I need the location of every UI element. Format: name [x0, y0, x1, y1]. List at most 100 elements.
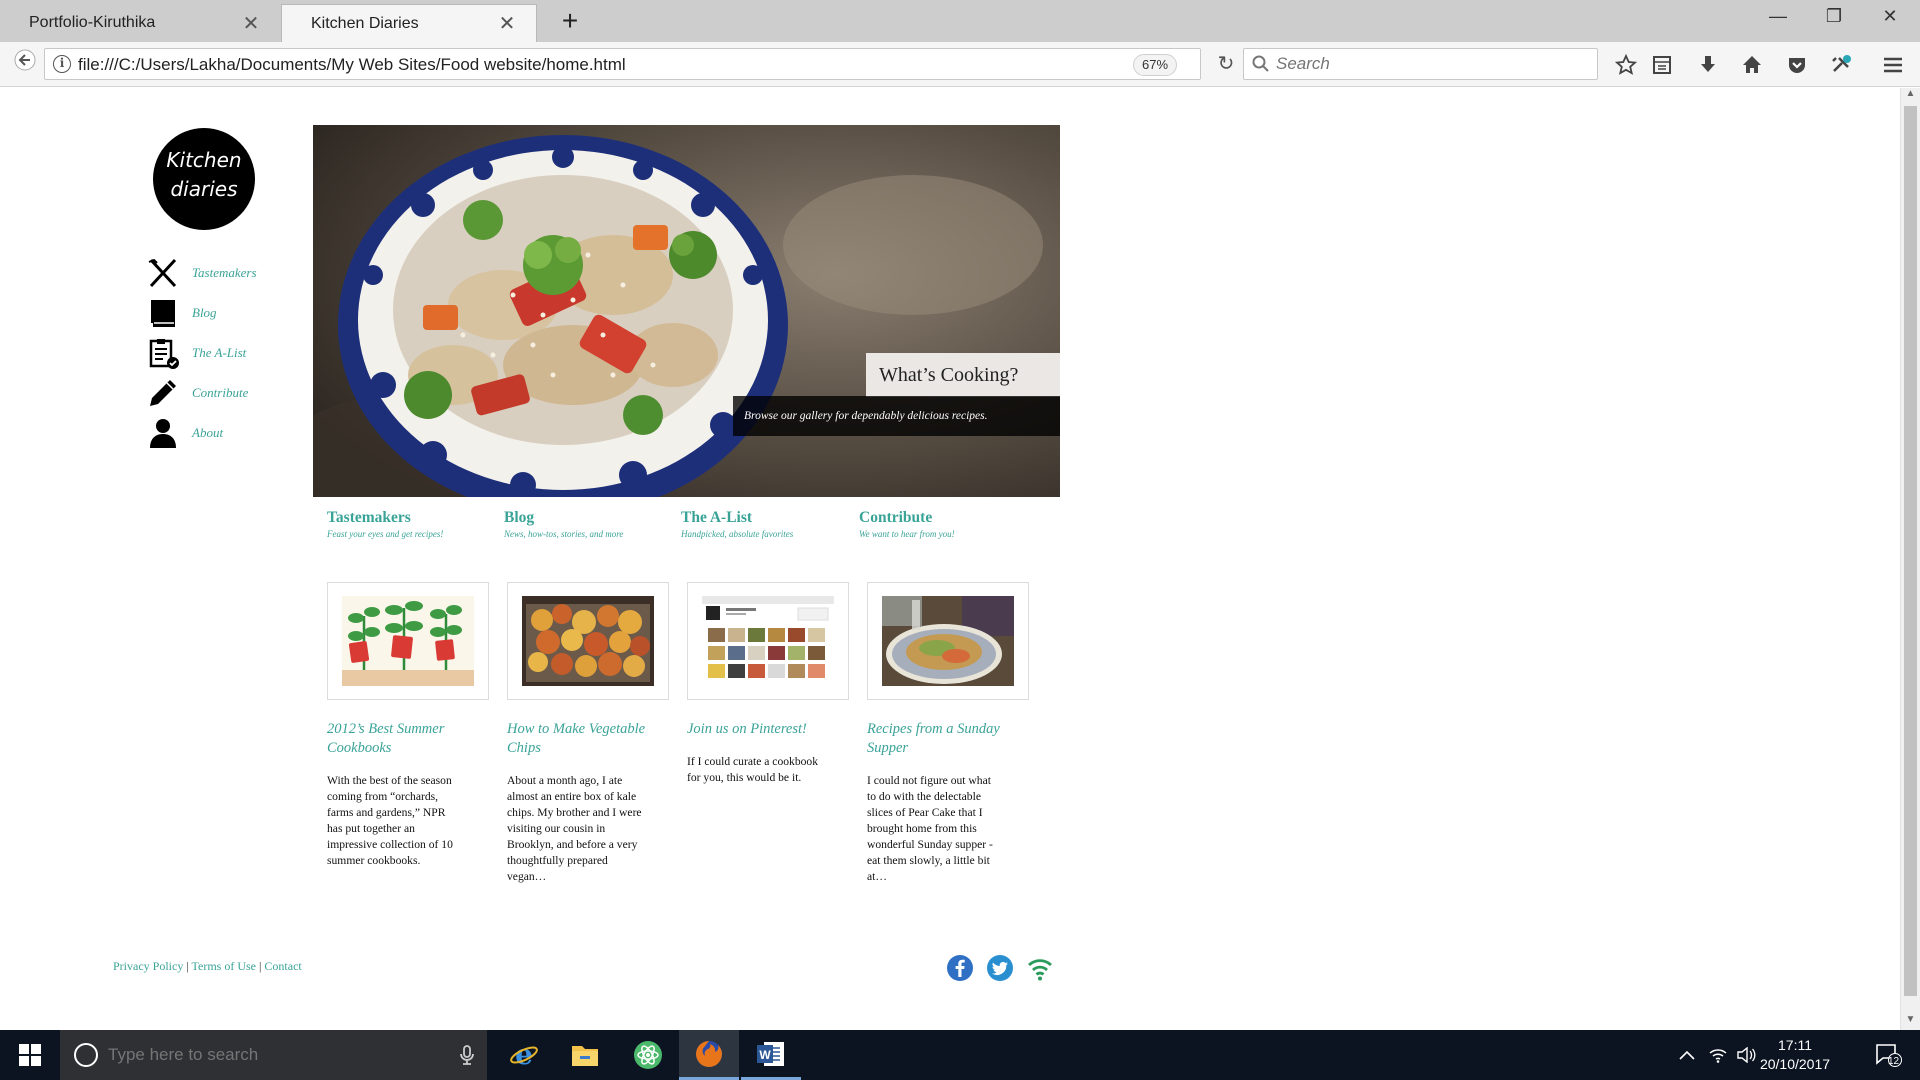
nav-label[interactable]: Blog [192, 305, 217, 321]
search-input[interactable] [1276, 53, 1586, 75]
card-title[interactable]: Join us on Pinterest! [687, 720, 827, 739]
atom-editor-icon[interactable] [618, 1030, 678, 1080]
card-thumbnail[interactable] [867, 582, 1029, 700]
tab-portfolio[interactable]: Portfolio-Kiruthika ✕ [0, 4, 280, 42]
cortana-icon [74, 1043, 98, 1067]
zoom-indicator[interactable]: 67% [1133, 54, 1178, 76]
word-icon[interactable]: W [741, 1030, 801, 1080]
category-subtitle: Feast your eyes and get recipes! [327, 529, 444, 539]
url-text[interactable]: file:///C:/Users/Lakha/Documents/My Web … [78, 55, 626, 75]
category-title[interactable]: Blog [504, 509, 679, 527]
card-thumbnail[interactable] [687, 582, 849, 700]
home-icon[interactable] [1736, 49, 1768, 81]
category-subtitle: News, how-tos, stories, and more [504, 529, 624, 539]
back-arrow-icon[interactable] [8, 48, 42, 82]
nav-item-blog[interactable]: Blog [146, 293, 257, 333]
close-window-icon[interactable]: ✕ [1862, 0, 1918, 34]
svg-text:W: W [759, 1048, 771, 1062]
pocket-icon[interactable] [1781, 49, 1813, 81]
action-center-icon[interactable]: 12 [1866, 1030, 1910, 1080]
internet-explorer-icon[interactable]: e [494, 1030, 554, 1080]
scroll-thumb[interactable] [1904, 106, 1917, 996]
category-a-list[interactable]: The A-List Handpicked, absolute favorite… [681, 509, 856, 539]
card-title[interactable]: 2012’s Best Summer Cookbooks [327, 720, 467, 758]
menu-hamburger-icon[interactable] [1877, 49, 1909, 81]
seedling-plants-image [342, 596, 474, 686]
card-pinterest[interactable]: Join us on Pinterest! If I could curate … [687, 582, 849, 786]
clipboard-check-icon [149, 339, 179, 369]
facebook-icon[interactable] [945, 953, 975, 983]
svg-text:e: e [515, 1040, 533, 1070]
category-title[interactable]: The A-List [681, 509, 856, 527]
hero-subtitle: Browse our gallery for dependably delici… [733, 396, 1060, 436]
hero-title[interactable]: What’s Cooking? [866, 353, 1060, 397]
reading-list-icon[interactable] [1646, 49, 1678, 81]
system-clock[interactable]: 17:11 20/10/2017 [1750, 1036, 1840, 1074]
vertical-scrollbar[interactable]: ▲ ▼ [1900, 88, 1920, 1030]
chevron-up-icon[interactable] [1672, 1030, 1702, 1080]
scroll-up-icon[interactable]: ▲ [1901, 88, 1920, 104]
tab-label: Portfolio-Kiruthika [29, 14, 156, 31]
privacy-policy-link[interactable]: Privacy Policy [113, 959, 183, 973]
logo-line-1: Kitchen [166, 148, 242, 172]
nav-label[interactable]: About [192, 425, 223, 441]
taskbar-search[interactable] [60, 1030, 487, 1080]
footer-links: Privacy Policy | Terms of Use | Contact [113, 959, 302, 974]
card-thumbnail[interactable] [507, 582, 669, 700]
search-icon [1252, 55, 1269, 72]
windows-taskbar: e W 17:11 20/10/2017 12 [0, 1030, 1920, 1080]
footer-separator: | [259, 959, 262, 973]
file-explorer-icon[interactable] [555, 1030, 615, 1080]
category-title[interactable]: Contribute [859, 509, 1034, 527]
restore-icon[interactable]: ❐ [1806, 0, 1862, 34]
taskbar-search-input[interactable] [108, 1043, 428, 1067]
minimize-icon[interactable]: — [1750, 0, 1806, 34]
firefox-icon[interactable] [679, 1030, 739, 1080]
nav-item-contribute[interactable]: Contribute [146, 373, 257, 413]
person-icon [150, 419, 176, 448]
category-tastemakers[interactable]: Tastemakers Feast your eyes and get reci… [327, 509, 502, 539]
site-logo[interactable]: Kitchen diaries [153, 128, 255, 230]
category-contribute[interactable]: Contribute We want to hear from you! [859, 509, 1034, 539]
card-vegetable-chips[interactable]: How to Make Vegetable Chips About a mont… [507, 582, 669, 885]
fork-knife-icon [148, 258, 177, 288]
contact-link[interactable]: Contact [264, 959, 301, 973]
extension-icon[interactable] [1825, 49, 1857, 81]
wifi-icon[interactable] [1703, 1030, 1733, 1080]
web-page: Kitchen diaries Tastemakers Blog The A-L… [0, 88, 1900, 1030]
windows-start-icon[interactable] [0, 1030, 60, 1080]
category-title[interactable]: Tastemakers [327, 509, 502, 527]
nav-label[interactable]: Contribute [192, 385, 248, 401]
nav-item-a-list[interactable]: The A-List [146, 333, 257, 373]
category-subtitle: We want to hear from you! [859, 529, 955, 539]
hero-banner[interactable]: What’s Cooking? Browse our gallery for d… [313, 125, 1060, 497]
bookmark-star-icon[interactable] [1610, 49, 1642, 81]
nav-label[interactable]: Tastemakers [192, 265, 257, 281]
side-navigation: Tastemakers Blog The A-List Contribute A… [146, 253, 257, 453]
site-info-icon[interactable]: i [53, 55, 71, 73]
card-title[interactable]: Recipes from a Sunday Supper [867, 720, 1007, 758]
nav-item-tastemakers[interactable]: Tastemakers [146, 253, 257, 293]
nav-item-about[interactable]: About [146, 413, 257, 453]
download-icon[interactable] [1692, 49, 1724, 81]
card-summer-cookbooks[interactable]: 2012’s Best Summer Cookbooks With the be… [327, 582, 489, 869]
address-bar[interactable]: i file:///C:/Users/Lakha/Documents/My We… [44, 48, 1234, 80]
twitter-icon[interactable] [985, 953, 1015, 983]
category-blog[interactable]: Blog News, how-tos, stories, and more [504, 509, 679, 539]
nav-label[interactable]: The A-List [192, 345, 246, 361]
close-tab-icon[interactable]: ✕ [496, 11, 518, 36]
logo-line-2: diaries [170, 177, 238, 201]
scroll-down-icon[interactable]: ▼ [1901, 1014, 1920, 1030]
search-box[interactable] [1243, 48, 1598, 80]
tab-kitchen-diaries[interactable]: Kitchen Diaries ✕ [281, 4, 537, 42]
reload-icon[interactable]: ↻ [1212, 52, 1240, 76]
close-tab-icon[interactable]: ✕ [240, 11, 262, 36]
rss-icon[interactable] [1025, 953, 1055, 983]
card-title[interactable]: How to Make Vegetable Chips [507, 720, 647, 758]
new-tab-plus-icon[interactable]: + [552, 4, 588, 40]
microphone-icon[interactable] [455, 1043, 479, 1067]
card-thumbnail[interactable] [327, 582, 489, 700]
card-sunday-supper[interactable]: Recipes from a Sunday Supper I could not… [867, 582, 1029, 885]
terms-of-use-link[interactable]: Terms of Use [192, 959, 256, 973]
card-text: About a month ago, I ate almost an entir… [507, 774, 642, 883]
